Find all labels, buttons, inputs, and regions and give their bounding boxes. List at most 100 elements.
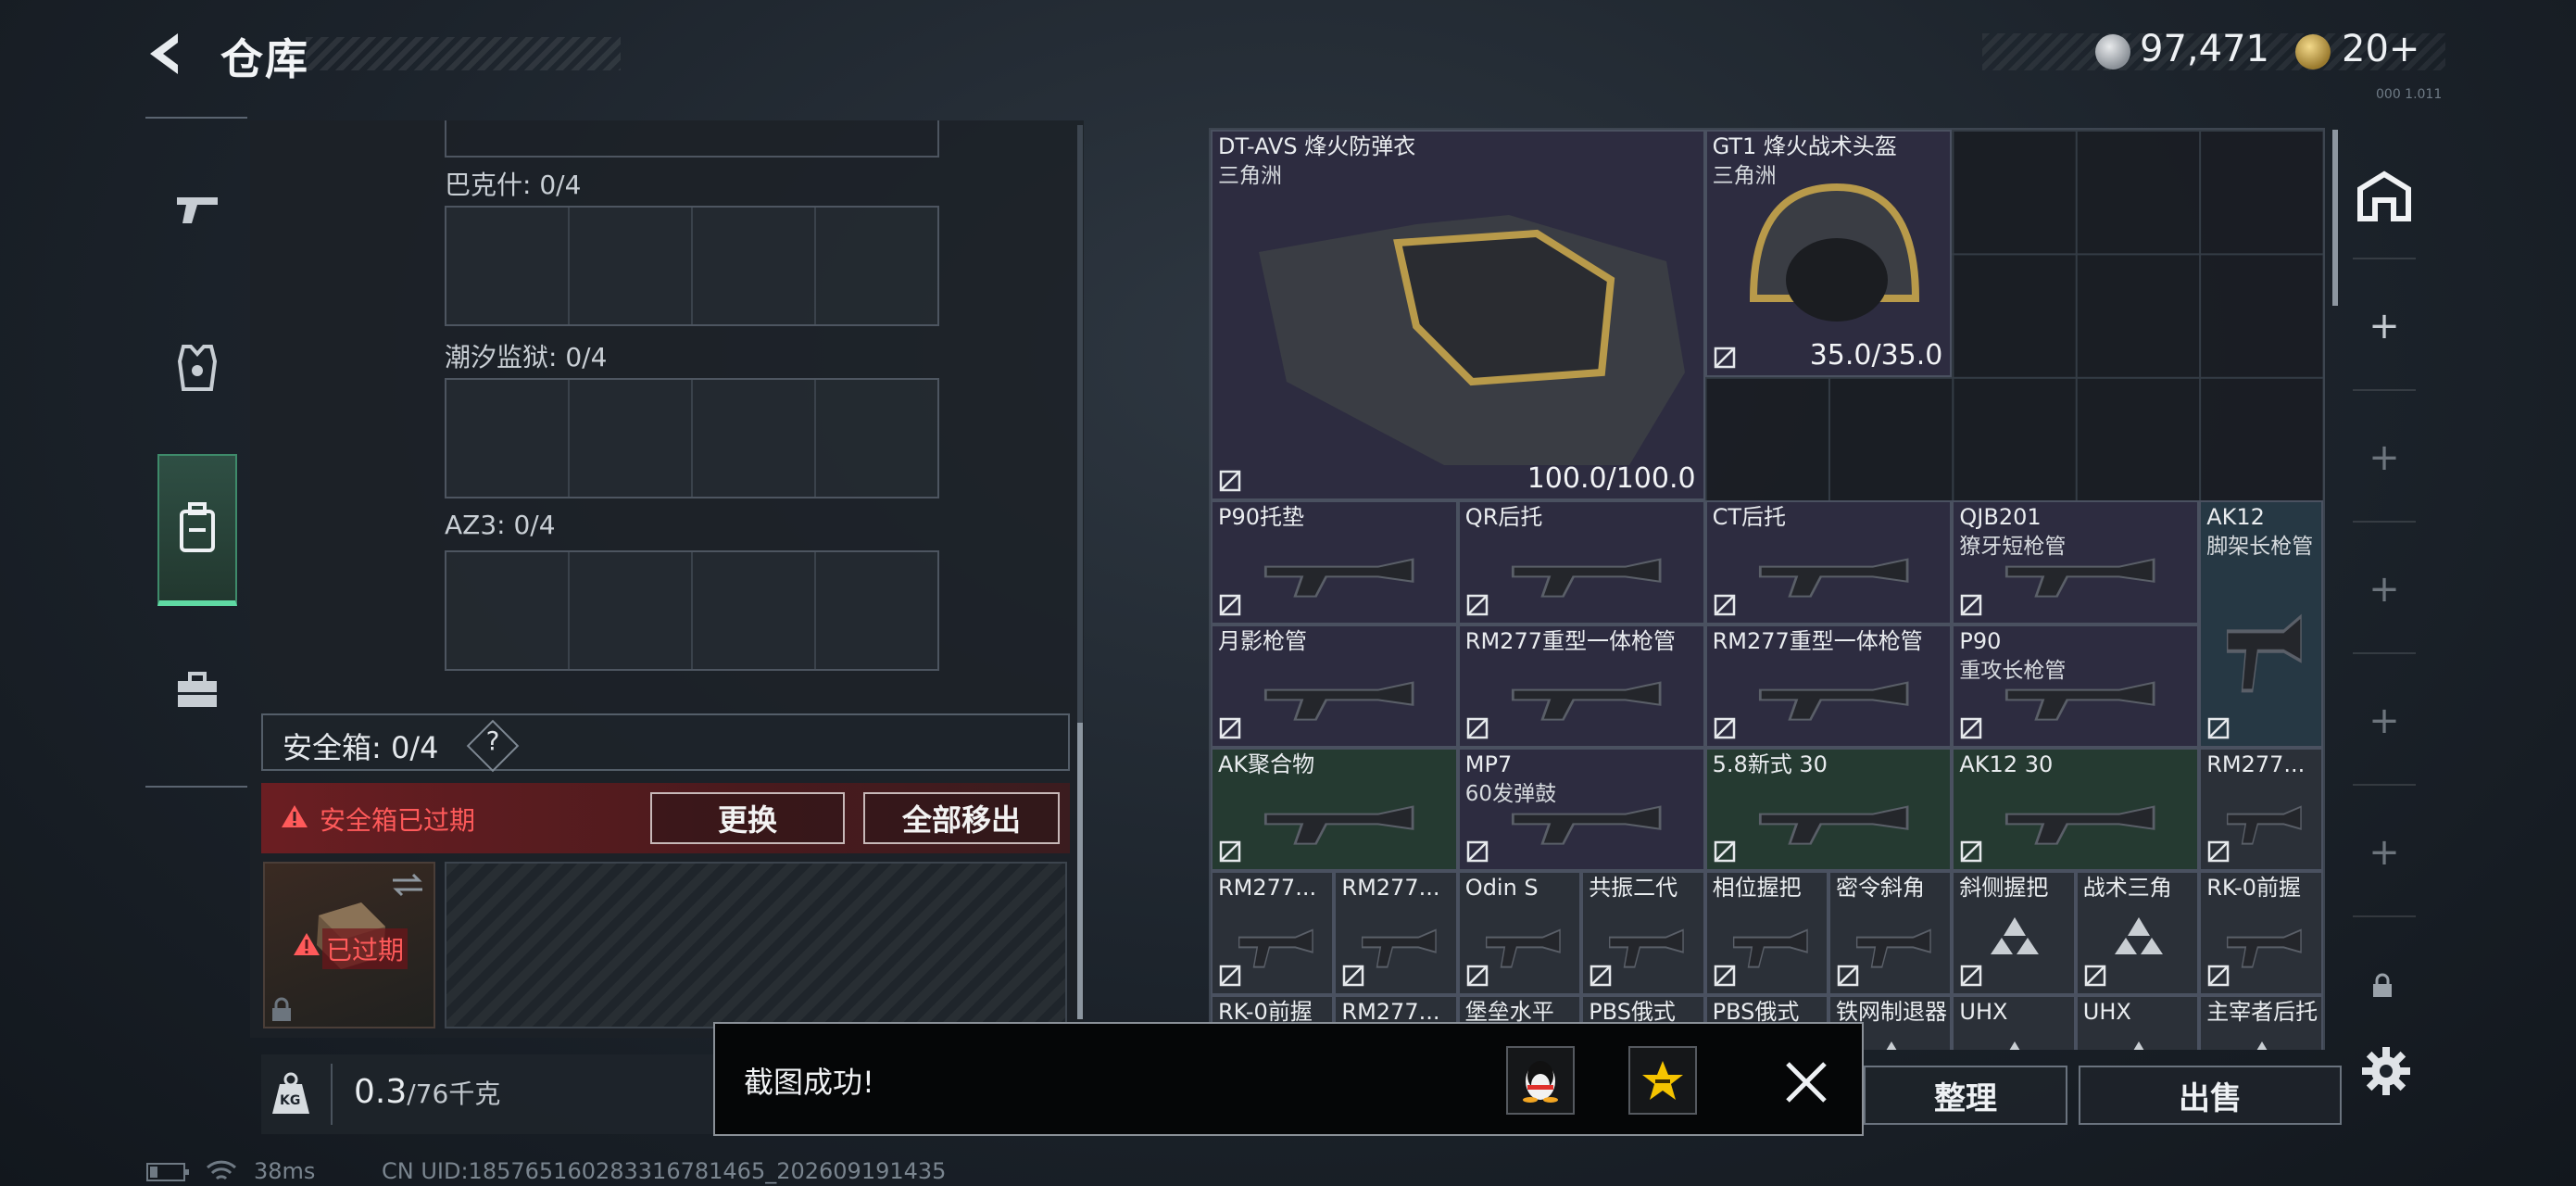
slot-grid[interactable] xyxy=(445,378,939,498)
item-durability: 35.0/35.0 xyxy=(1809,338,1943,372)
nav-weapons[interactable] xyxy=(157,169,237,248)
inventory-item[interactable]: UHX xyxy=(2075,994,2200,1050)
inventory-item[interactable]: UHX xyxy=(1952,994,2076,1050)
inventory-item[interactable]: RK-0前握 xyxy=(2199,871,2323,995)
grid-scrollbar-thumb[interactable] xyxy=(2332,130,2338,306)
inventory-item[interactable]: 密令斜角 xyxy=(1828,871,1953,995)
item-name: RM277... xyxy=(1218,875,1317,902)
item-name: RM277... xyxy=(1341,875,1440,902)
no-trade-icon xyxy=(1219,470,1241,492)
replace-button[interactable]: 更换 xyxy=(650,792,845,844)
sell-button[interactable]: 出售 xyxy=(2079,1066,2342,1125)
no-trade-icon xyxy=(1714,717,1735,739)
remove-all-button[interactable]: 全部移出 xyxy=(863,792,1060,844)
item-name: DT-AVS 烽火防弹衣 xyxy=(1218,133,1416,159)
unknown-item-icon xyxy=(2256,1041,2268,1050)
no-trade-icon xyxy=(1714,347,1735,369)
inventory-item[interactable]: CT后托 xyxy=(1704,500,1953,625)
attachment-icon xyxy=(1263,558,1414,598)
item-name: 斜侧握把 xyxy=(1959,875,2049,902)
inventory-item[interactable]: AK12 脚架长枪管 xyxy=(2199,500,2323,748)
rail-separator xyxy=(2353,652,2416,654)
nav-storage[interactable] xyxy=(157,454,237,606)
inventory-item[interactable]: 战术三角 xyxy=(2075,871,2200,995)
item-name: P90 xyxy=(1959,627,2002,654)
expired-badge: 已过期 xyxy=(322,928,408,969)
add-page-button[interactable]: + xyxy=(2353,558,2416,621)
weight-current: 0.3 xyxy=(354,1073,408,1111)
inventory-item[interactable]: P90托垫 xyxy=(1211,500,1458,625)
no-trade-icon xyxy=(1714,841,1735,863)
inventory-item[interactable]: RM277... xyxy=(2199,748,2323,872)
toolbox-icon xyxy=(178,672,217,707)
inventory-item[interactable]: RM277重型一体枪管 xyxy=(1704,624,1953,748)
item-name: PBS俄式 xyxy=(1589,998,1676,1025)
toast-message: 截图成功! xyxy=(744,1065,874,1100)
add-page-button[interactable]: + xyxy=(2353,426,2416,489)
plus-icon: + xyxy=(2369,305,2400,347)
back-button[interactable] xyxy=(139,26,195,82)
warehouse-icon xyxy=(2357,170,2411,221)
add-page-button[interactable]: + xyxy=(2353,689,2416,752)
uid-readout: CN UID:18576516028331678146​5_2026091914… xyxy=(382,1158,947,1184)
unknown-item-icon xyxy=(2009,1041,2020,1050)
inventory-item[interactable]: 5.8新式 30 xyxy=(1704,748,1953,872)
inventory-item[interactable]: 相位握把 xyxy=(1704,871,1828,995)
no-trade-icon xyxy=(2207,717,2230,739)
add-page-button[interactable]: + xyxy=(2353,295,2416,358)
item-name: 铁网制退器 xyxy=(1836,998,1947,1025)
safebox-label: 安全箱: 0/4 xyxy=(283,730,439,765)
item-name: P90托垫 xyxy=(1218,504,1305,531)
inventory-item[interactable]: RM277重型一体枪管 xyxy=(1457,624,1705,748)
close-icon[interactable] xyxy=(1778,1054,1834,1110)
attachment-icon xyxy=(1485,928,1561,968)
item-name: RK-0前握 xyxy=(2206,875,2302,902)
inventory-item[interactable]: QR后托 xyxy=(1457,500,1705,625)
inventory-item[interactable]: RM277... xyxy=(1211,871,1335,995)
slot-grid[interactable] xyxy=(445,550,939,671)
inventory-item[interactable]: AK聚合物 xyxy=(1211,748,1458,872)
item-subtitle: 60发弹鼓 xyxy=(1464,782,1557,806)
no-trade-icon xyxy=(2207,841,2230,863)
inventory-item[interactable]: RM277... xyxy=(1334,871,1458,995)
attachment-icon xyxy=(2227,805,2302,845)
storage-tab-button[interactable] xyxy=(2353,165,2416,228)
lock-icon xyxy=(2373,973,2392,997)
inventory-item[interactable]: AK12 30 xyxy=(1952,748,2200,872)
attachment-icon xyxy=(1732,928,1808,968)
safebox-slots[interactable] xyxy=(445,862,1067,1028)
inventory-item[interactable]: P90 重攻长枪管 xyxy=(1952,624,2200,748)
nav-equipment[interactable] xyxy=(157,328,237,408)
battery-icon xyxy=(146,1163,189,1181)
add-page-button[interactable]: + xyxy=(2353,821,2416,884)
rail-separator xyxy=(2353,258,2416,259)
swap-icon[interactable] xyxy=(389,871,426,899)
section-label: 潮汐监狱: 0/4 xyxy=(445,342,608,372)
safebox-expired-text: 安全箱已过期 xyxy=(320,805,476,836)
no-trade-icon xyxy=(1219,965,1241,987)
inventory-item[interactable]: 斜侧握把 xyxy=(1952,871,2076,995)
nav-toolbox[interactable] xyxy=(157,650,237,730)
inventory-item[interactable]: 共振二代 xyxy=(1581,871,1705,995)
sort-button[interactable]: 整理 xyxy=(1864,1066,2067,1125)
left-scrollbar-thumb[interactable] xyxy=(1077,723,1083,1019)
inventory-item[interactable]: 主宰者后托 xyxy=(2199,994,2323,1050)
settings-gear-icon[interactable] xyxy=(2360,1045,2412,1097)
inventory-item[interactable]: 月影枪管 xyxy=(1211,624,1458,748)
inventory-item[interactable]: GT1 烽火战术头盔 三角洲 35.0/35.0 xyxy=(1704,130,1953,377)
item-subtitle: 三角洲 xyxy=(1218,164,1282,188)
share-qzone-button[interactable] xyxy=(1628,1046,1697,1115)
item-name: RM277... xyxy=(1341,998,1440,1025)
item-name: 密令斜角 xyxy=(1836,875,1925,902)
share-qq-button[interactable] xyxy=(1506,1046,1575,1115)
attachment-icon xyxy=(1511,558,1662,598)
no-trade-icon xyxy=(1466,841,1489,863)
inventory-item[interactable]: DT-AVS 烽火防弹衣 三角洲 100.0/100.0 xyxy=(1211,130,1705,501)
inventory-item[interactable]: MP7 60发弹鼓 xyxy=(1457,748,1705,872)
armor-vest-icon xyxy=(177,345,218,391)
inventory-item[interactable]: QJB201 獠牙短枪管 xyxy=(1952,500,2200,625)
inventory-item[interactable]: Odin S xyxy=(1457,871,1582,995)
no-trade-icon xyxy=(1219,841,1241,863)
slot-grid[interactable] xyxy=(445,206,939,326)
rail-separator xyxy=(2353,389,2416,391)
